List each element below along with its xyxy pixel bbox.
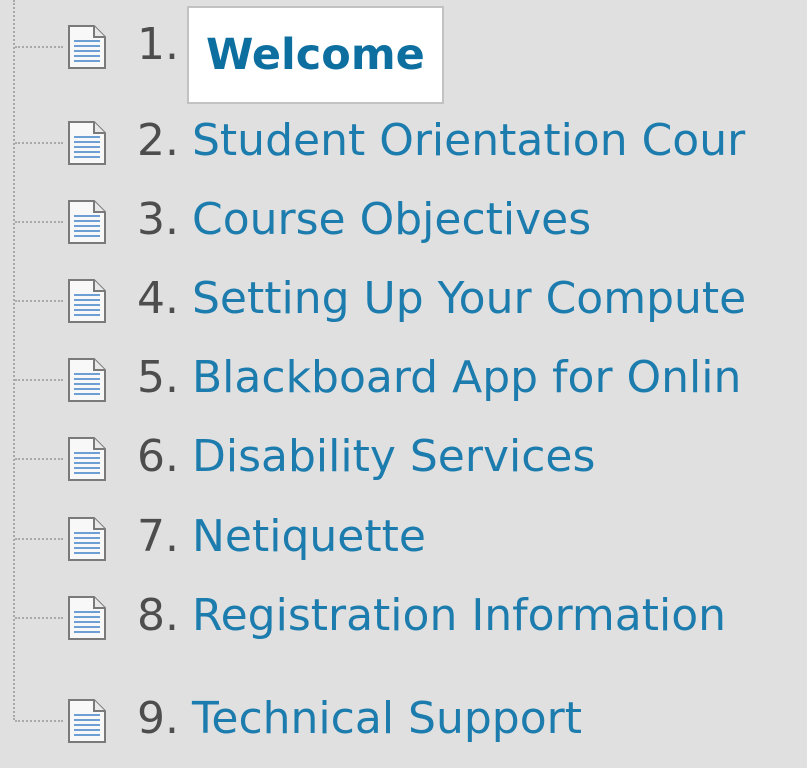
tree-branch-line bbox=[15, 379, 63, 381]
item-link-technical-support[interactable]: Technical Support bbox=[192, 689, 582, 749]
tree-branch-line bbox=[15, 300, 63, 302]
tree-item-disability-services[interactable]: 6. Disability Services bbox=[0, 420, 807, 496]
course-outline-tree: 1. Welcome 2. Student Orientation Cour 3… bbox=[0, 0, 807, 768]
item-link-registration-information[interactable]: Registration Information bbox=[192, 586, 726, 646]
tree-item-student-orientation[interactable]: 2. Student Orientation Cour bbox=[0, 104, 807, 180]
document-icon bbox=[68, 437, 106, 481]
document-icon bbox=[68, 517, 106, 561]
item-link-netiquette[interactable]: Netiquette bbox=[192, 507, 426, 567]
tree-item-registration-information[interactable]: 8. Registration Information bbox=[0, 579, 807, 655]
tree-item-welcome[interactable]: 1. Welcome bbox=[0, 6, 807, 104]
item-number: 2. bbox=[137, 115, 179, 166]
tree-branch-line bbox=[15, 221, 63, 223]
item-number: 1. bbox=[137, 19, 179, 70]
item-link-disability-services[interactable]: Disability Services bbox=[192, 427, 595, 487]
tree-item-setting-up-computer[interactable]: 4. Setting Up Your Compute bbox=[0, 262, 807, 338]
item-number: 4. bbox=[137, 273, 179, 324]
tree-branch-line bbox=[15, 142, 63, 144]
document-icon bbox=[68, 200, 106, 244]
item-link-student-orientation[interactable]: Student Orientation Cour bbox=[192, 111, 745, 171]
item-number: 3. bbox=[137, 194, 179, 245]
document-icon bbox=[68, 279, 106, 323]
tree-branch-line bbox=[15, 46, 63, 48]
document-icon bbox=[68, 699, 106, 743]
selected-item-box[interactable]: Welcome bbox=[187, 6, 444, 104]
item-link-setting-up-computer[interactable]: Setting Up Your Compute bbox=[192, 269, 746, 329]
tree-item-course-objectives[interactable]: 3. Course Objectives bbox=[0, 183, 807, 259]
item-number: 7. bbox=[137, 511, 179, 562]
item-number: 8. bbox=[137, 590, 179, 641]
document-icon bbox=[68, 25, 106, 69]
item-link-blackboard-app[interactable]: Blackboard App for Onlin bbox=[192, 348, 741, 408]
document-icon bbox=[68, 358, 106, 402]
tree-branch-line bbox=[15, 458, 63, 460]
item-number: 6. bbox=[137, 431, 179, 482]
tree-branch-line bbox=[15, 720, 63, 722]
tree-item-netiquette[interactable]: 7. Netiquette bbox=[0, 500, 807, 576]
document-icon bbox=[68, 121, 106, 165]
item-number: 9. bbox=[137, 693, 179, 744]
tree-branch-line bbox=[15, 617, 63, 619]
tree-item-blackboard-app[interactable]: 5. Blackboard App for Onlin bbox=[0, 341, 807, 417]
document-icon bbox=[68, 596, 106, 640]
item-link-course-objectives[interactable]: Course Objectives bbox=[192, 190, 591, 250]
tree-item-technical-support[interactable]: 9. Technical Support bbox=[0, 682, 807, 758]
item-number: 5. bbox=[137, 352, 179, 403]
item-link-welcome[interactable]: Welcome bbox=[206, 8, 425, 102]
tree-branch-line bbox=[15, 538, 63, 540]
